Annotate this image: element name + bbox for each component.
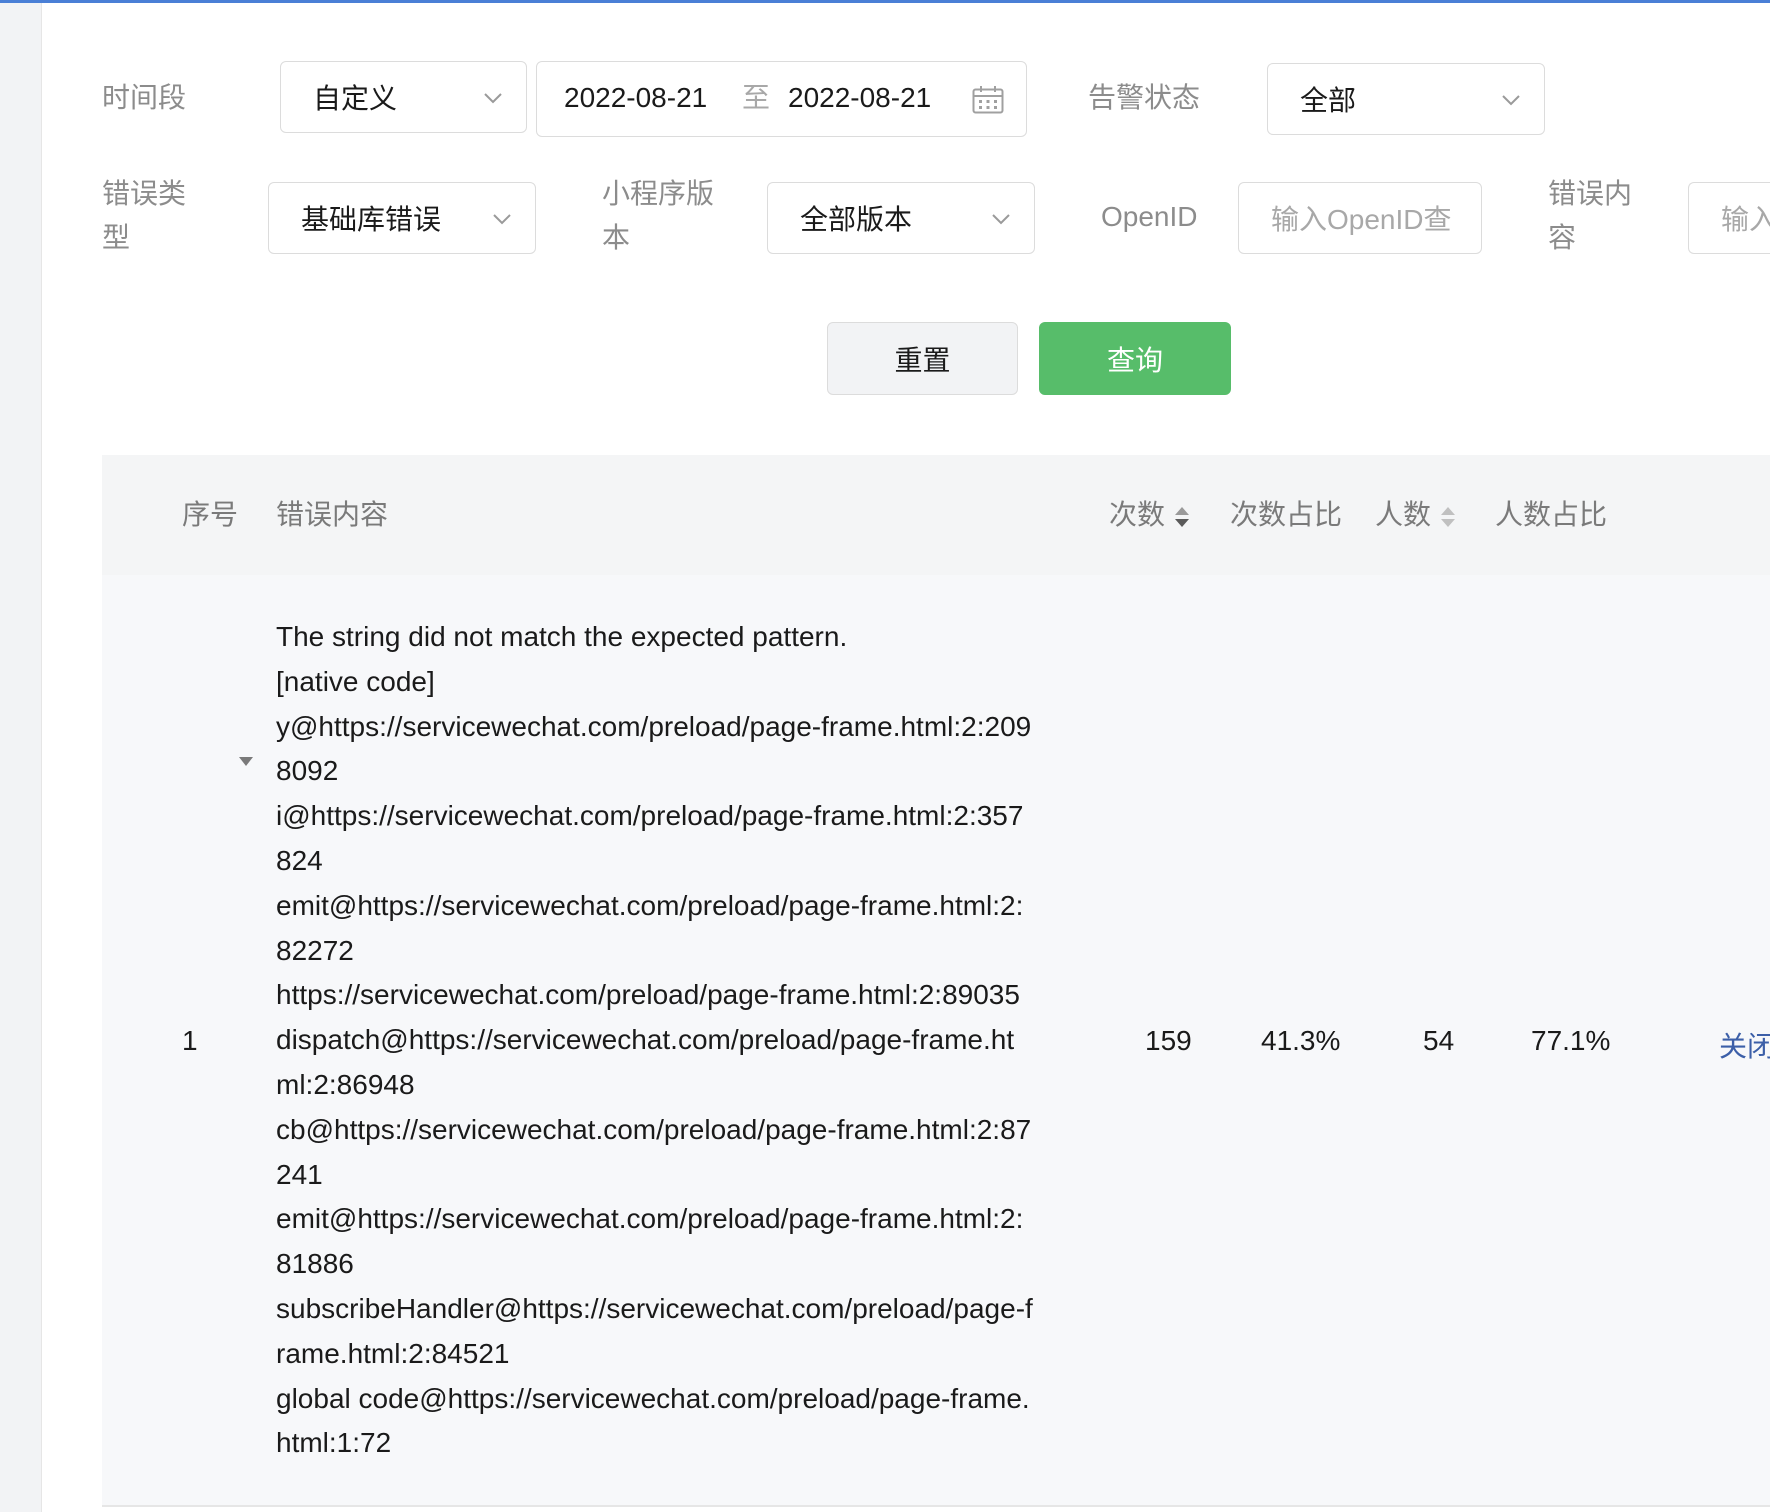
close-alert-link[interactable]: 关闭 xyxy=(1719,1025,1770,1065)
sort-icon[interactable] xyxy=(1439,504,1457,530)
calendar-icon xyxy=(972,86,1004,114)
header-count-ratio: 次数占比 xyxy=(1230,499,1343,530)
header-users[interactable]: 人数 xyxy=(1375,455,1457,575)
error-line: emit@https://servicewechat.com/preload/p… xyxy=(276,889,1024,921)
error-table: 序号 错误内容 次数 次数占比 人数 人数占比 1 The string did… xyxy=(102,455,1770,1512)
caret-down-icon[interactable] xyxy=(238,755,254,767)
error-line: 8092 xyxy=(276,755,339,787)
query-button[interactable]: 查询 xyxy=(1039,322,1231,395)
chevron-down-icon xyxy=(484,93,502,104)
error-line: rame.html:2:84521 xyxy=(276,1337,510,1369)
header-users-ratio: 人数占比 xyxy=(1495,499,1608,530)
error-line: i@https://servicewechat.com/preload/page… xyxy=(276,800,1024,832)
error-line: global code@https://servicewechat.com/pr… xyxy=(276,1382,1030,1414)
error-line: 82272 xyxy=(276,934,354,966)
error-line: 81886 xyxy=(276,1248,354,1280)
header-index: 序号 xyxy=(182,499,239,530)
row-count-ratio: 41.3% xyxy=(1261,1025,1341,1056)
chevron-down-icon xyxy=(493,214,511,225)
error-type-label: 错误类 型 xyxy=(102,178,187,253)
error-line: ml:2:86948 xyxy=(276,1068,415,1100)
error-content-input[interactable]: 输入 xyxy=(1688,182,1770,254)
date-end: 2022-08-21 xyxy=(788,82,932,113)
time-period-label: 时间段 xyxy=(102,82,187,113)
error-line: https://servicewechat.com/preload/page-f… xyxy=(276,979,1020,1011)
chevron-down-icon xyxy=(1502,95,1520,106)
error-line: dispatch@https://servicewechat.com/prelo… xyxy=(276,1024,1015,1056)
error-line: The string did not match the expected pa… xyxy=(276,621,848,652)
error-content-label: 错误内 容 xyxy=(1548,178,1633,253)
top-accent-line xyxy=(0,0,1770,3)
error-line: 241 xyxy=(276,1158,323,1190)
date-separator: 至 xyxy=(742,82,771,113)
error-content-placeholder: 输入 xyxy=(1721,204,1770,235)
alert-status-label: 告警状态 xyxy=(1088,82,1201,113)
error-line: [native code] xyxy=(276,665,435,697)
error-line: y@https://servicewechat.com/preload/page… xyxy=(276,710,1032,742)
openid-input[interactable]: 输入OpenID查 xyxy=(1238,182,1482,254)
row-users-ratio: 77.1% xyxy=(1531,1025,1611,1056)
row-divider xyxy=(102,1505,1770,1507)
row-count: 159 xyxy=(1145,1025,1192,1056)
mini-program-version-select[interactable]: 全部版本 xyxy=(767,182,1035,254)
error-type-select[interactable]: 基础库错误 xyxy=(268,182,536,254)
error-line: 824 xyxy=(276,844,323,876)
openid-label: OpenID xyxy=(1101,201,1198,232)
chevron-down-icon xyxy=(992,214,1010,225)
table-header: 序号 错误内容 次数 次数占比 人数 人数占比 xyxy=(102,455,1770,575)
openid-placeholder: 输入OpenID查 xyxy=(1271,204,1452,235)
row-users: 54 xyxy=(1423,1025,1455,1056)
error-line: subscribeHandler@https://servicewechat.c… xyxy=(276,1292,1033,1324)
header-count[interactable]: 次数 xyxy=(1109,455,1191,575)
time-period-select[interactable]: 自定义 xyxy=(280,61,527,133)
error-line: cb@https://servicewechat.com/preload/pag… xyxy=(276,1113,1032,1145)
date-start: 2022-08-21 xyxy=(564,82,708,113)
error-line: emit@https://servicewechat.com/preload/p… xyxy=(276,1203,1024,1235)
error-line: html:1:72 xyxy=(276,1427,392,1459)
sort-icon[interactable] xyxy=(1173,504,1191,530)
header-error-content: 错误内容 xyxy=(276,499,389,530)
alert-status-select[interactable]: 全部 xyxy=(1267,63,1545,135)
table-row: 1 The string did not match the expected … xyxy=(102,575,1770,1505)
reset-button[interactable]: 重置 xyxy=(827,322,1018,395)
date-range-picker[interactable]: 2022-08-21 至 2022-08-21 xyxy=(536,61,1027,137)
mini-program-version-label: 小程序版 本 xyxy=(602,178,715,253)
row-index: 1 xyxy=(182,1025,198,1056)
left-sidebar-gutter xyxy=(0,3,42,1512)
error-content-text: The string did not match the expected pa… xyxy=(276,615,1086,1466)
